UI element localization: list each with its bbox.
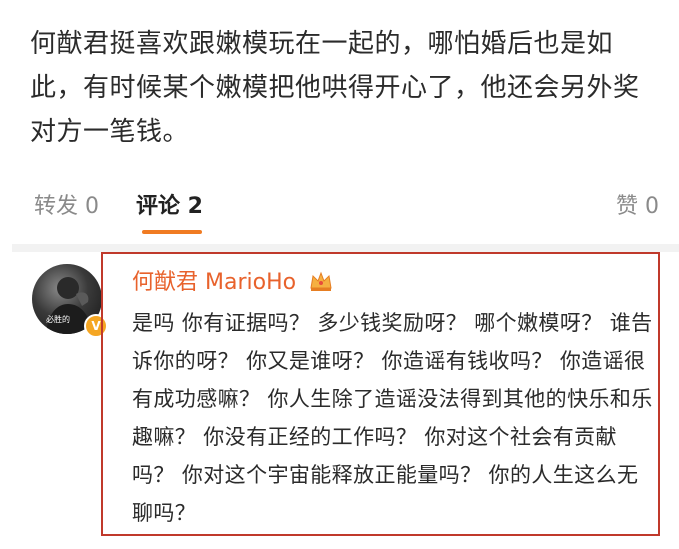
tab-repost[interactable]: 转发 0 [34,188,99,220]
tab-comment[interactable]: 评论 2 [136,188,203,234]
comment-username-label: 何猷君 MarioHo [132,270,297,295]
crown-icon [310,271,332,291]
comment-username[interactable]: 何猷君 MarioHo [132,264,333,296]
active-tab-indicator [142,230,202,234]
post-text: 何猷君挺喜欢跟嫩模玩在一起的，哪怕婚后也是如此，有时候某个嫩模把他哄得开心了，他… [30,29,640,147]
tab-like[interactable]: 赞 0 [616,188,659,220]
tab-bar: 转发 0 评论 2 赞 0 [0,188,679,238]
tab-comment-label: 评论 2 [136,194,203,219]
avatar-caption: 必胜的 [46,315,70,324]
section-divider [12,244,679,252]
comment-body: 是吗 你有证据吗？ 多少钱奖励呀？ 哪个嫩模呀？ 谁告诉你的呀？ 你又是谁呀？ … [132,311,653,525]
